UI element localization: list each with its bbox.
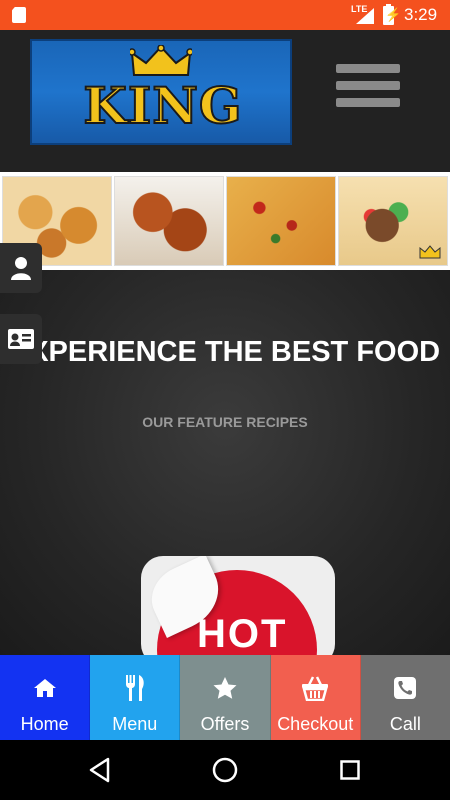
crown-icon <box>130 45 192 76</box>
tab-menu[interactable]: Menu <box>90 655 181 740</box>
basket-icon <box>302 676 329 701</box>
fork-knife-icon <box>125 675 144 701</box>
tab-home[interactable]: Home <box>0 655 91 740</box>
status-clock: 3:29 <box>404 5 438 24</box>
hero-section: EXPERIENCE THE BEST FOOD OUR FEATURE REC… <box>0 270 450 666</box>
battery-charging-icon: ⚡ <box>383 4 401 25</box>
fried-chicken-image <box>114 176 224 266</box>
tab-home-label: Home <box>20 714 69 734</box>
hot-feature-card[interactable]: HOT <box>141 556 335 666</box>
logo-text: KING <box>82 76 243 136</box>
star-icon <box>213 677 237 699</box>
home-circle-icon[interactable] <box>212 757 238 783</box>
king-logo[interactable]: KING <box>30 39 292 145</box>
tab-checkout-label: Checkout <box>277 714 354 734</box>
back-icon[interactable] <box>88 757 112 783</box>
hero-title: EXPERIENCE THE BEST FOOD <box>9 336 441 368</box>
contact-side-button[interactable] <box>0 314 42 364</box>
bottom-tab-bar: Home Menu Offers Checkout Call <box>0 655 450 740</box>
user-side-button[interactable] <box>0 243 42 293</box>
network-type: LTE <box>351 4 368 14</box>
sd-card-icon <box>12 7 26 23</box>
tab-call-label: Call <box>389 714 421 734</box>
status-bar: LTE ⚡ 3:29 <box>0 0 450 30</box>
recent-apps-icon[interactable] <box>340 760 360 780</box>
system-nav-bar <box>0 740 450 800</box>
tab-call[interactable]: Call <box>360 655 450 740</box>
home-icon <box>33 679 56 697</box>
hamburger-menu-icon[interactable] <box>336 64 400 110</box>
app-header: KING <box>0 30 450 172</box>
gyro-wrap-image <box>338 176 448 266</box>
tab-checkout[interactable]: Checkout <box>270 655 361 740</box>
hero-subtitle: OUR FEATURE RECIPES <box>142 414 308 430</box>
contact-card-icon <box>8 329 34 349</box>
food-banner <box>0 172 450 270</box>
pizza-image <box>226 176 336 266</box>
crown-icon <box>419 245 441 259</box>
tab-menu-label: Menu <box>112 714 158 734</box>
user-icon <box>11 257 31 280</box>
phone-icon <box>394 677 417 699</box>
tab-offers[interactable]: Offers <box>180 655 271 740</box>
tab-offers-label: Offers <box>200 714 250 734</box>
hot-badge-text: HOT <box>197 612 288 656</box>
